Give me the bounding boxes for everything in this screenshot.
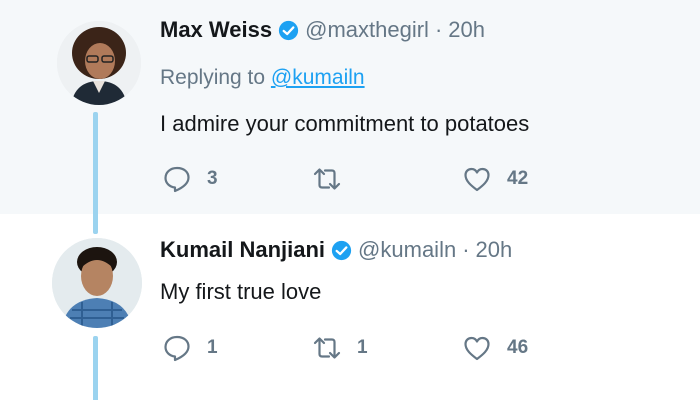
like-heart-icon (464, 167, 490, 192)
avatar[interactable] (52, 238, 142, 328)
display-name[interactable]: Max Weiss (160, 17, 272, 43)
like-count: 46 (507, 337, 529, 358)
reply-button[interactable]: 3 (162, 164, 218, 194)
tweet-actions: 3 42 (162, 164, 582, 194)
avatar-image (52, 238, 142, 328)
tweet-header: Max Weiss @maxthegirl · 20h (160, 17, 485, 43)
user-handle[interactable]: @kumailn (358, 237, 456, 263)
tweet-actions: 1 1 46 (162, 333, 582, 363)
replying-to-label: Replying to (160, 66, 266, 89)
reply-icon (164, 166, 190, 193)
retweet-button[interactable]: 1 (312, 333, 368, 363)
replying-to-link[interactable]: @kumailn (271, 66, 365, 89)
tweet-text: My first true love (160, 279, 322, 304)
like-heart-icon (464, 336, 490, 361)
retweet-icon (313, 337, 341, 359)
replying-to: Replying to @kumailn (160, 66, 365, 90)
verified-badge-icon (331, 240, 352, 260)
user-handle[interactable]: @maxthegirl (305, 17, 429, 43)
like-button[interactable]: 46 (462, 333, 528, 363)
retweet-icon (313, 168, 341, 190)
like-count: 42 (507, 168, 529, 189)
reply-icon (164, 335, 190, 362)
thread-connector-line (93, 112, 98, 234)
avatar-image (57, 21, 141, 105)
timestamp[interactable]: 20h (448, 17, 485, 43)
reply-button[interactable]: 1 (162, 333, 218, 363)
separator-dot: · (462, 237, 470, 262)
display-name[interactable]: Kumail Nanjiani (160, 237, 325, 263)
thread-connector-line (93, 336, 98, 400)
verified-badge-icon (278, 20, 299, 40)
like-button[interactable]: 42 (462, 164, 528, 194)
reply-count: 1 (207, 337, 218, 358)
timestamp[interactable]: 20h (476, 237, 513, 263)
tweet-header: Kumail Nanjiani @kumailn · 20h (160, 237, 512, 263)
avatar[interactable] (57, 21, 141, 105)
tweet-text: I admire your commitment to potatoes (160, 111, 530, 136)
retweet-button[interactable] (312, 164, 357, 194)
separator-dot: · (434, 17, 443, 42)
reply-count: 3 (207, 168, 218, 189)
retweet-count: 1 (357, 337, 368, 358)
